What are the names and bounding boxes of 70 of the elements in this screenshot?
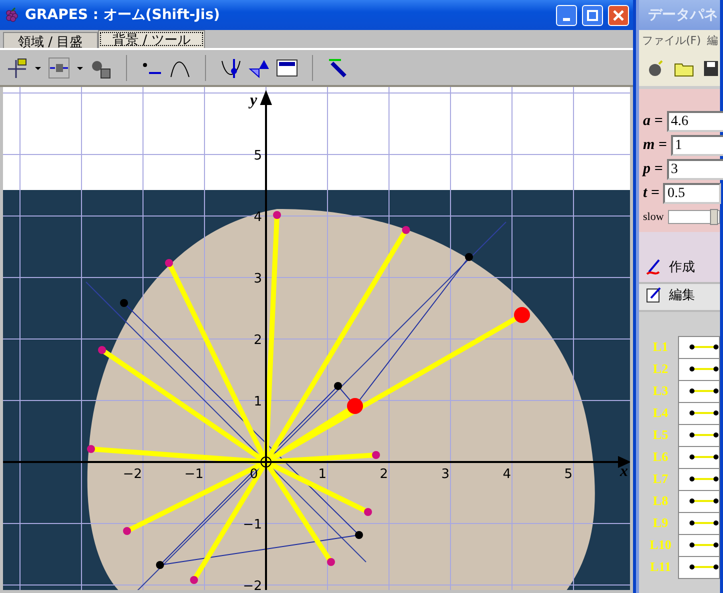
speed-label: slow xyxy=(643,211,664,223)
grid-icon[interactable] xyxy=(48,56,70,78)
segment-icon[interactable] xyxy=(689,432,719,438)
tick-label: 2 xyxy=(380,467,388,482)
pen-icon[interactable] xyxy=(327,56,349,78)
segment-icon[interactable] xyxy=(689,476,719,482)
parameter-label: t = xyxy=(643,185,660,202)
line-label: L2 xyxy=(652,361,670,377)
tick-label: 2 xyxy=(254,333,262,348)
line-label: L3 xyxy=(652,383,670,399)
window-title: GRAPES : オーム(Shift-Jis) xyxy=(25,6,221,24)
line-label: L1 xyxy=(652,339,670,355)
axis-label: y xyxy=(250,92,258,109)
line-label: L4 xyxy=(652,405,670,421)
tick-label: 5 xyxy=(564,467,572,482)
parameter-label: m = xyxy=(643,137,667,154)
close-icon xyxy=(613,10,624,20)
line-label: L10 xyxy=(648,537,672,553)
tick-label: 0 xyxy=(250,467,258,482)
segment-icon[interactable] xyxy=(689,344,719,350)
segment-icon[interactable] xyxy=(689,410,719,416)
segment-icon[interactable] xyxy=(689,564,719,570)
parameter-field[interactable]: 1 xyxy=(670,135,723,156)
line-label: L9 xyxy=(652,515,670,531)
slider-thumb[interactable] xyxy=(710,209,718,225)
line-label: L11 xyxy=(649,559,672,575)
tick-label: 3 xyxy=(254,272,262,286)
close-button[interactable] xyxy=(608,4,629,26)
parameter-label: a = xyxy=(643,113,663,130)
tick-label: −2 xyxy=(122,467,142,482)
tick-label: 3 xyxy=(441,467,450,482)
tick-label: 4 xyxy=(502,467,511,482)
menu-item[interactable]: 編 xyxy=(706,32,718,48)
tick-label: −1 xyxy=(242,518,262,532)
speed-slider[interactable] xyxy=(668,210,720,224)
minimize-icon xyxy=(563,18,570,20)
axes-icon[interactable] xyxy=(6,56,28,78)
tick-label: 1 xyxy=(318,467,326,482)
segment-icon[interactable] xyxy=(689,542,719,548)
window-title: データパネ xyxy=(648,6,718,24)
tangent-icon[interactable] xyxy=(220,56,242,78)
line-label: L7 xyxy=(652,471,670,487)
segment-icon[interactable] xyxy=(689,520,719,526)
line-label: L5 xyxy=(652,427,670,443)
line-label: L8 xyxy=(652,493,670,509)
line-label: L6 xyxy=(652,449,670,465)
parameter-label: p = xyxy=(643,161,663,178)
parameter-field[interactable]: 0.5 xyxy=(663,183,722,204)
tick-label: 4 xyxy=(254,210,262,225)
tick-label: 1 xyxy=(254,394,262,410)
tick-label: 5 xyxy=(254,148,262,164)
create-label[interactable]: 作成 xyxy=(669,258,695,276)
segment-icon[interactable] xyxy=(689,454,719,460)
parameter-field[interactable]: 4.6 xyxy=(666,111,723,132)
calculator-icon[interactable] xyxy=(276,56,298,78)
tab[interactable]: 背景 / ツール xyxy=(98,30,206,48)
segment-icon[interactable] xyxy=(689,366,719,372)
maximize-icon xyxy=(587,10,598,20)
grapes-icon xyxy=(4,7,20,23)
axis-label: x xyxy=(620,463,628,480)
tab[interactable]: 領域 / 目盛 xyxy=(3,32,98,48)
edit-icon[interactable] xyxy=(645,286,663,304)
maximize-button[interactable] xyxy=(582,4,603,26)
parameter-field[interactable]: 3 xyxy=(666,159,723,180)
tick-label: −2 xyxy=(242,579,262,590)
segment-icon[interactable] xyxy=(689,498,719,504)
segment-icon[interactable] xyxy=(689,388,719,394)
minimize-button[interactable] xyxy=(556,4,577,26)
tick-label: −1 xyxy=(184,467,204,482)
menu-item[interactable]: ファイル(F) xyxy=(642,32,701,48)
